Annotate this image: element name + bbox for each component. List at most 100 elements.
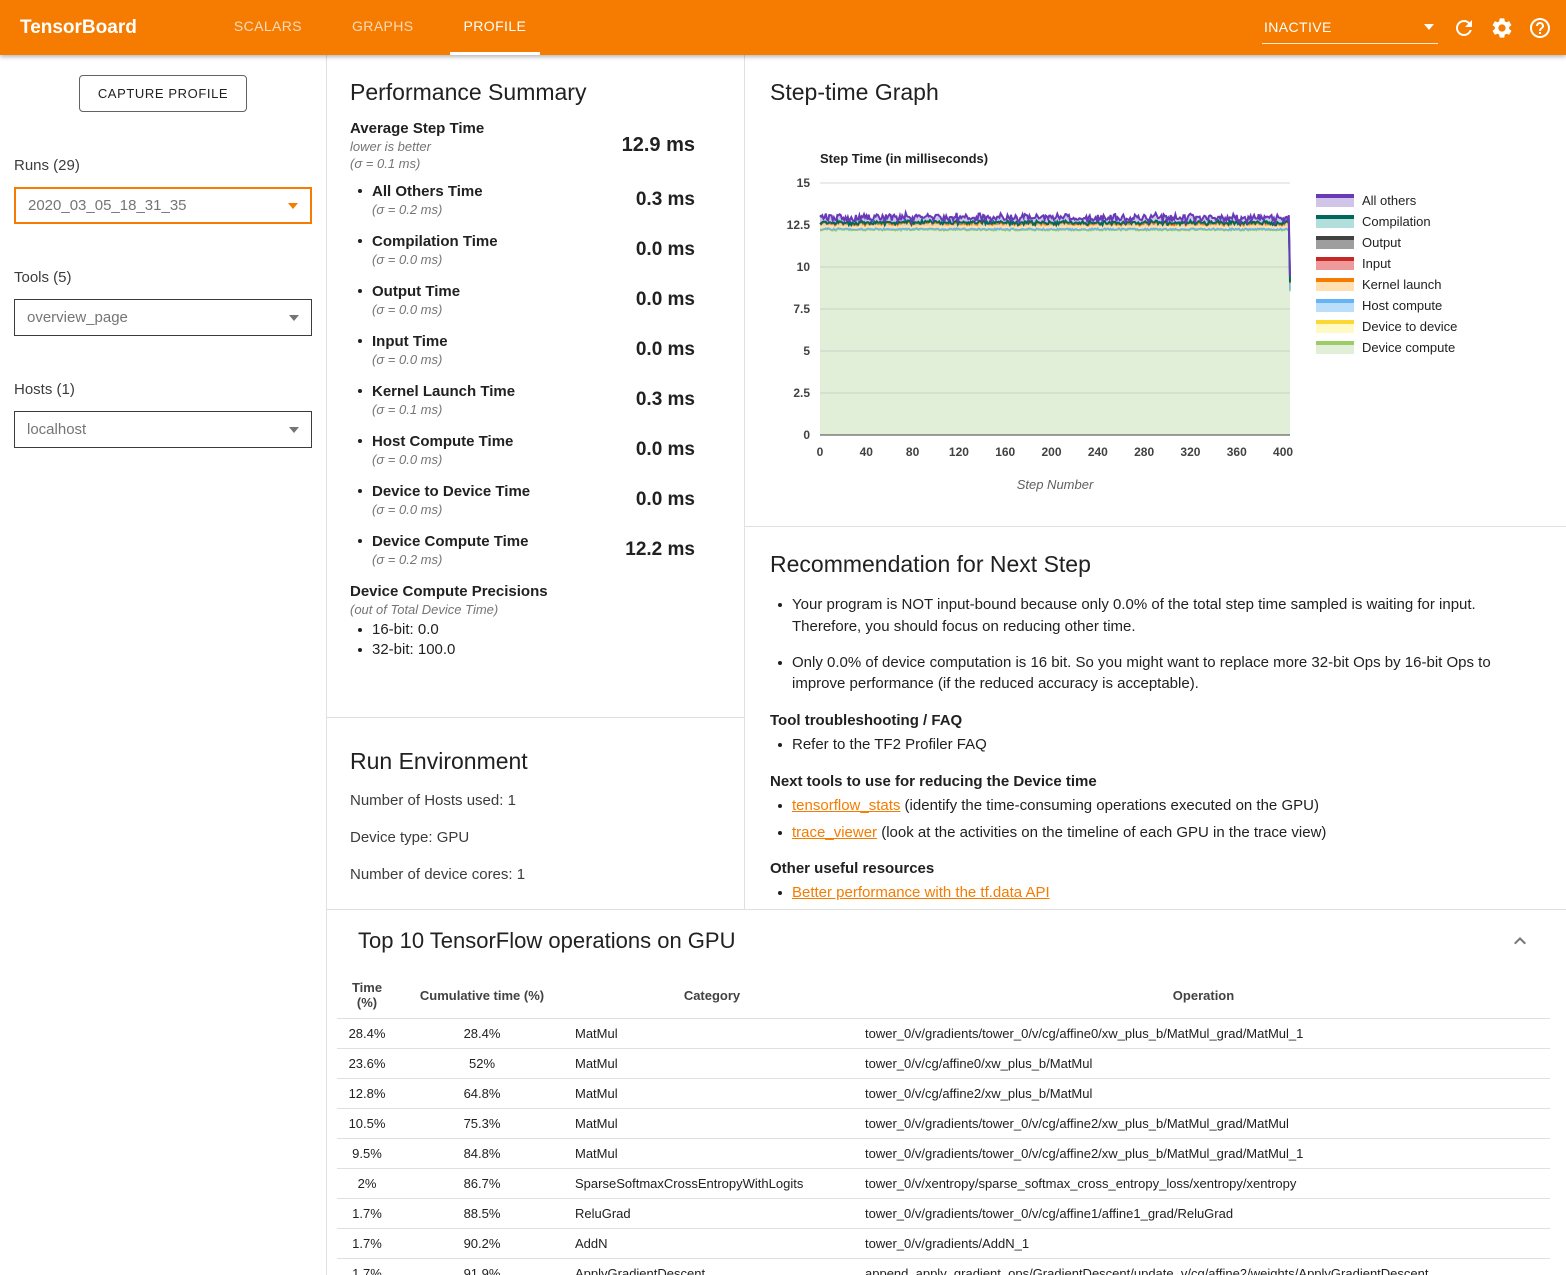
bullet-icon xyxy=(358,539,362,543)
metric-label: Kernel Launch Time xyxy=(372,382,595,401)
tool-link[interactable]: trace_viewer xyxy=(792,824,877,841)
nav-tab[interactable]: GRAPHS xyxy=(338,0,428,55)
legend-label: Device to device xyxy=(1362,319,1457,334)
metric-label: Average Step Time xyxy=(350,119,595,138)
cell-category: MatMul xyxy=(567,1079,857,1109)
col-category: Category xyxy=(567,976,857,1019)
legend-label: Input xyxy=(1362,256,1391,271)
hosts-select-value: localhost xyxy=(27,421,86,438)
gear-icon[interactable] xyxy=(1490,16,1514,40)
resources-heading: Other useful resources xyxy=(770,860,1496,877)
precisions-list: 16-bit: 0.0 32-bit: 100.0 xyxy=(350,620,695,660)
perf-summary-item: Device to Device Time (σ = 0.0 ms) 0.0 m… xyxy=(350,482,695,518)
nav-tab[interactable]: PROFILE xyxy=(450,0,541,55)
metric-value: 0.0 ms xyxy=(595,239,695,261)
metric-sigma: (σ = 0.2 ms) xyxy=(372,551,595,568)
next-tools-list: tensorflow_stats (identify the time-cons… xyxy=(770,795,1496,844)
overview-left-column: Performance Summary Average Step Time lo… xyxy=(327,55,745,909)
cell-category: SparseSoftmaxCrossEntropyWithLogits xyxy=(567,1169,857,1199)
run-environment-title: Run Environment xyxy=(350,748,724,775)
cell-operation: tower_0/v/gradients/tower_0/v/cg/affine1… xyxy=(857,1199,1550,1229)
bullet-icon xyxy=(358,339,362,343)
tools-select[interactable]: overview_page xyxy=(14,299,312,336)
cell-cumulative: 86.7% xyxy=(397,1169,567,1199)
legend-swatch-icon xyxy=(1316,257,1354,270)
faq-item: Refer to the TF2 Profiler FAQ xyxy=(770,734,1496,756)
run-environment-line: Device type: GPU xyxy=(350,829,724,846)
runs-select[interactable]: 2020_03_05_18_31_35 xyxy=(14,187,312,224)
bullet-icon xyxy=(358,489,362,493)
metric-label: Compilation Time xyxy=(372,232,595,251)
cell-time: 9.5% xyxy=(337,1139,397,1169)
bullet-icon xyxy=(778,743,782,747)
metric-note: lower is better xyxy=(350,138,595,155)
legend-item: Device to device xyxy=(1316,316,1457,337)
resource-link[interactable]: Better performance with the tf.data API xyxy=(792,884,1050,901)
cell-time: 2% xyxy=(337,1169,397,1199)
cell-category: MatMul xyxy=(567,1019,857,1049)
top-ops-panel: Top 10 TensorFlow operations on GPU Time… xyxy=(327,910,1566,1275)
bullet-icon xyxy=(358,239,362,243)
table-row: 10.5% 75.3% MatMul tower_0/v/gradients/t… xyxy=(337,1109,1550,1139)
legend-swatch-icon xyxy=(1316,194,1354,207)
bullet-icon xyxy=(778,831,782,835)
svg-text:160: 160 xyxy=(995,445,1015,459)
collapse-icon[interactable] xyxy=(1508,929,1532,953)
hosts-select[interactable]: localhost xyxy=(14,411,312,448)
cell-time: 28.4% xyxy=(337,1019,397,1049)
precisions-note: (out of Total Device Time) xyxy=(350,601,695,618)
help-icon[interactable] xyxy=(1528,16,1552,40)
tool-link[interactable]: tensorflow_stats xyxy=(792,797,900,814)
cell-cumulative: 52% xyxy=(397,1049,567,1079)
metric-value: 0.0 ms xyxy=(595,339,695,361)
legend-label: Output xyxy=(1362,235,1401,250)
step-time-chart[interactable]: Step Time (in milliseconds)02.557.51012.… xyxy=(770,146,1310,506)
metric-sigma: (σ = 0.1 ms) xyxy=(372,401,595,418)
metric-value: 0.3 ms xyxy=(595,189,695,211)
metric-value: 12.2 ms xyxy=(595,539,695,561)
chevron-down-icon xyxy=(289,427,299,433)
cell-category: MatMul xyxy=(567,1109,857,1139)
metric-value: 0.0 ms xyxy=(595,289,695,311)
metric-label: All Others Time xyxy=(372,182,595,201)
svg-text:360: 360 xyxy=(1227,445,1247,459)
cell-operation: tower_0/v/gradients/tower_0/v/cg/affine2… xyxy=(857,1109,1550,1139)
top-ops-table: Time (%) Cumulative time (%) Category Op… xyxy=(337,976,1550,1275)
status-select[interactable]: INACTIVE xyxy=(1262,19,1438,44)
perf-summary-item: Host Compute Time (σ = 0.0 ms) 0.0 ms xyxy=(350,432,695,468)
svg-text:280: 280 xyxy=(1134,445,1154,459)
svg-text:200: 200 xyxy=(1042,445,1062,459)
nav-tab[interactable]: SCALARS xyxy=(220,0,316,55)
cell-time: 23.6% xyxy=(337,1049,397,1079)
capture-profile-button[interactable]: CAPTURE PROFILE xyxy=(79,75,247,112)
legend-label: Host compute xyxy=(1362,298,1442,313)
legend-label: All others xyxy=(1362,193,1416,208)
legend-swatch-icon xyxy=(1316,278,1354,291)
cell-cumulative: 75.3% xyxy=(397,1109,567,1139)
cell-time: 12.8% xyxy=(337,1079,397,1109)
svg-text:15: 15 xyxy=(797,176,811,190)
legend-label: Kernel launch xyxy=(1362,277,1442,292)
bullet-icon xyxy=(778,661,782,665)
legend-label: Device compute xyxy=(1362,340,1455,355)
faq-text: Refer to the TF2 Profiler FAQ xyxy=(792,734,987,756)
legend-swatch-icon xyxy=(1316,215,1354,228)
hosts-label: Hosts (1) xyxy=(14,381,326,398)
chevron-down-icon xyxy=(288,203,298,209)
svg-text:0: 0 xyxy=(803,428,810,442)
top-ops-rows: 28.4% 28.4% MatMul tower_0/v/gradients/t… xyxy=(337,1019,1550,1275)
cell-operation: append_apply_gradient_ops/GradientDescen… xyxy=(857,1259,1550,1275)
recommendation-text: Only 0.0% of device computation is 16 bi… xyxy=(792,652,1496,696)
recommendation-bullet: Your program is NOT input-bound because … xyxy=(770,594,1496,638)
resource-item: Better performance with the tf.data API xyxy=(770,882,1496,904)
metric-value: 0.0 ms xyxy=(595,489,695,511)
svg-text:120: 120 xyxy=(949,445,969,459)
performance-summary-panel: Performance Summary Average Step Time lo… xyxy=(327,55,744,718)
runs-select-value: 2020_03_05_18_31_35 xyxy=(28,197,187,214)
top-ops-title: Top 10 TensorFlow operations on GPU xyxy=(358,928,735,954)
bullet-icon xyxy=(358,189,362,193)
perf-summary-item: Input Time (σ = 0.0 ms) 0.0 ms xyxy=(350,332,695,368)
table-row: 9.5% 84.8% MatMul tower_0/v/gradients/to… xyxy=(337,1139,1550,1169)
refresh-icon[interactable] xyxy=(1452,16,1476,40)
bullet-icon xyxy=(778,804,782,808)
